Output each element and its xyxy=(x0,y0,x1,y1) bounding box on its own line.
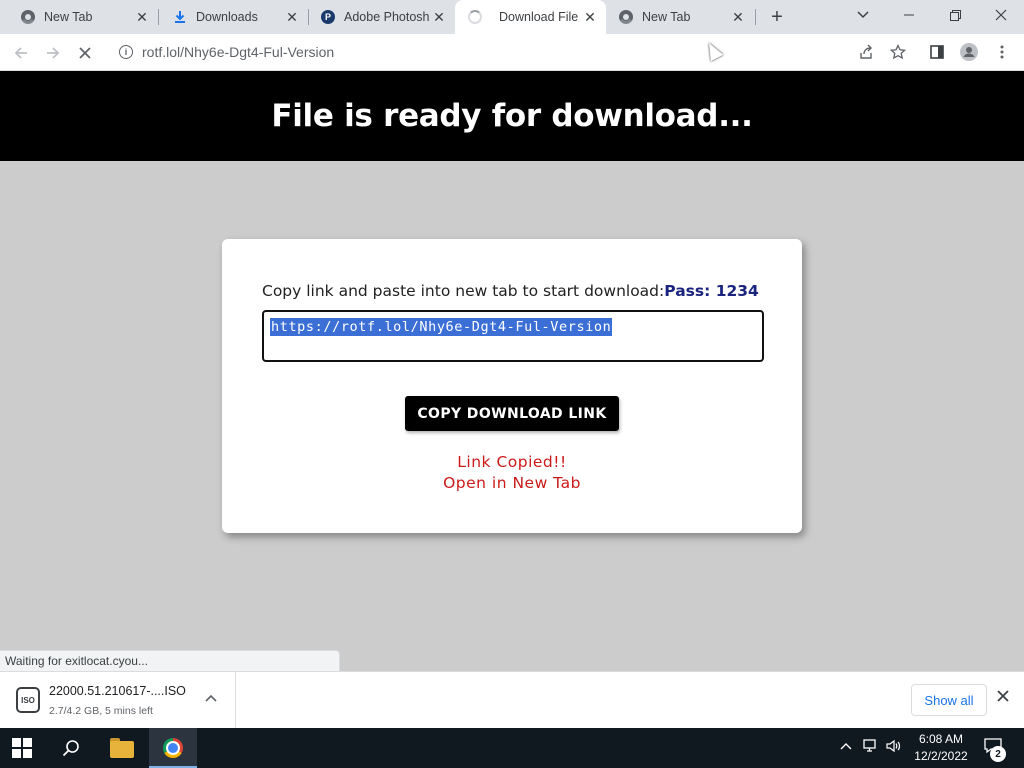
tab-label: Download File xyxy=(499,10,579,24)
chrome-icon xyxy=(20,9,36,25)
restore-button[interactable] xyxy=(932,0,978,30)
tab-label: Downloads xyxy=(196,10,258,24)
close-window-button[interactable] xyxy=(978,0,1024,30)
download-icon xyxy=(172,9,188,25)
tab-download-file[interactable]: Download File ✕ xyxy=(455,0,606,34)
notification-badge: 2 xyxy=(990,746,1006,762)
status-bubble: Waiting for exitlocat.cyou... xyxy=(0,650,340,672)
address-bar[interactable]: i rotf.lol/Nhy6e-Dgt4-Ful-Version xyxy=(108,38,888,66)
download-shelf: ISO 22000.51.210617-....ISO 2.7/4.2 GB, … xyxy=(0,671,1024,728)
side-panel-icon[interactable] xyxy=(927,42,947,62)
page-header: File is ready for download... xyxy=(0,71,1024,161)
close-icon xyxy=(995,9,1007,21)
close-icon[interactable]: ✕ xyxy=(284,9,300,25)
photoshop-icon: P xyxy=(320,9,336,25)
minimize-icon xyxy=(904,14,914,16)
close-icon[interactable]: ✕ xyxy=(582,9,598,25)
tab-adobe-photoshop[interactable]: P Adobe Photosh ✕ xyxy=(300,0,455,34)
restore-icon xyxy=(949,9,961,21)
chevron-up-icon[interactable] xyxy=(205,690,217,705)
chrome-icon xyxy=(163,738,183,758)
download-link-text[interactable]: https://rotf.lol/Nhy6e-Dgt4-Ful-Version xyxy=(270,318,613,336)
tab-strip: New Tab ✕ Downloads ✕ P Adobe Photosh ✕ … xyxy=(0,0,1024,34)
link-copied-message: Link Copied!! xyxy=(457,453,567,471)
taskbar-chrome-button[interactable] xyxy=(149,728,197,768)
site-info-icon[interactable]: i xyxy=(119,45,133,59)
tab-separator xyxy=(755,9,756,25)
menu-kebab-icon[interactable] xyxy=(992,42,1012,62)
volume-icon[interactable] xyxy=(886,739,902,756)
close-icon[interactable]: ✕ xyxy=(431,9,447,25)
back-arrow-icon xyxy=(14,47,27,59)
close-icon[interactable] xyxy=(997,689,1009,707)
tab-new-tab-1[interactable]: New Tab ✕ xyxy=(0,0,158,34)
loading-spinner-icon xyxy=(467,9,483,25)
system-clock[interactable]: 6:08 AM 12/2/2022 xyxy=(910,731,972,765)
forward-button[interactable] xyxy=(40,40,66,66)
page-title: File is ready for download... xyxy=(271,98,753,134)
iso-file-icon: ISO xyxy=(16,687,40,713)
search-icon[interactable] xyxy=(60,737,82,759)
tab-label: New Tab xyxy=(642,10,691,24)
tab-label: New Tab xyxy=(44,10,93,24)
profile-avatar-icon[interactable] xyxy=(959,42,979,62)
close-icon[interactable]: ✕ xyxy=(134,9,150,25)
clock-time: 6:08 AM xyxy=(918,732,964,746)
bookmark-star-icon[interactable] xyxy=(888,42,908,62)
browser-toolbar: i rotf.lol/Nhy6e-Dgt4-Ful-Version xyxy=(0,34,1024,71)
close-icon[interactable]: ✕ xyxy=(730,9,746,25)
download-card: Copy link and paste into new tab to star… xyxy=(222,239,802,533)
share-icon[interactable] xyxy=(856,42,876,62)
file-explorer-icon[interactable] xyxy=(110,738,134,758)
download-file-name: 22000.51.210617-....ISO xyxy=(49,684,186,698)
back-button[interactable] xyxy=(8,40,34,66)
stop-icon xyxy=(79,47,91,59)
clock-date: 12/2/2022 xyxy=(914,749,968,763)
windows-taskbar: 6:08 AM 12/2/2022 2 xyxy=(0,728,1024,768)
chevron-down-icon xyxy=(857,11,869,19)
show-all-button[interactable]: Show all xyxy=(911,684,987,716)
network-icon[interactable] xyxy=(863,739,879,756)
tab-label: Adobe Photosh xyxy=(344,10,430,24)
copy-download-link-button[interactable]: COPY DOWNLOAD LINK xyxy=(405,396,619,431)
chevron-up-icon[interactable] xyxy=(840,739,852,754)
minimize-button[interactable] xyxy=(886,0,932,30)
download-progress-text: 2.7/4.2 GB, 5 mins left xyxy=(49,705,153,717)
tab-search-button[interactable] xyxy=(840,0,886,30)
instruction-label: Copy link and paste into new tab to star… xyxy=(262,282,665,300)
password-text: Pass: 1234 xyxy=(664,282,759,300)
tab-downloads[interactable]: Downloads ✕ xyxy=(152,0,308,34)
stop-loading-button[interactable] xyxy=(72,40,98,66)
tab-new-tab-2[interactable]: New Tab ✕ xyxy=(598,0,754,34)
windows-start-icon[interactable] xyxy=(12,738,32,758)
url-text: rotf.lol/Nhy6e-Dgt4-Ful-Version xyxy=(142,44,335,60)
instruction-text: Copy link and paste into new tab to star… xyxy=(262,282,759,300)
open-in-new-tab-message: Open in New Tab xyxy=(443,474,581,492)
download-link-textarea[interactable]: https://rotf.lol/Nhy6e-Dgt4-Ful-Version xyxy=(262,310,764,362)
forward-arrow-icon xyxy=(47,47,60,59)
download-item[interactable]: ISO 22000.51.210617-....ISO 2.7/4.2 GB, … xyxy=(0,672,236,728)
chrome-icon xyxy=(618,9,634,25)
new-tab-button[interactable]: + xyxy=(766,6,788,28)
